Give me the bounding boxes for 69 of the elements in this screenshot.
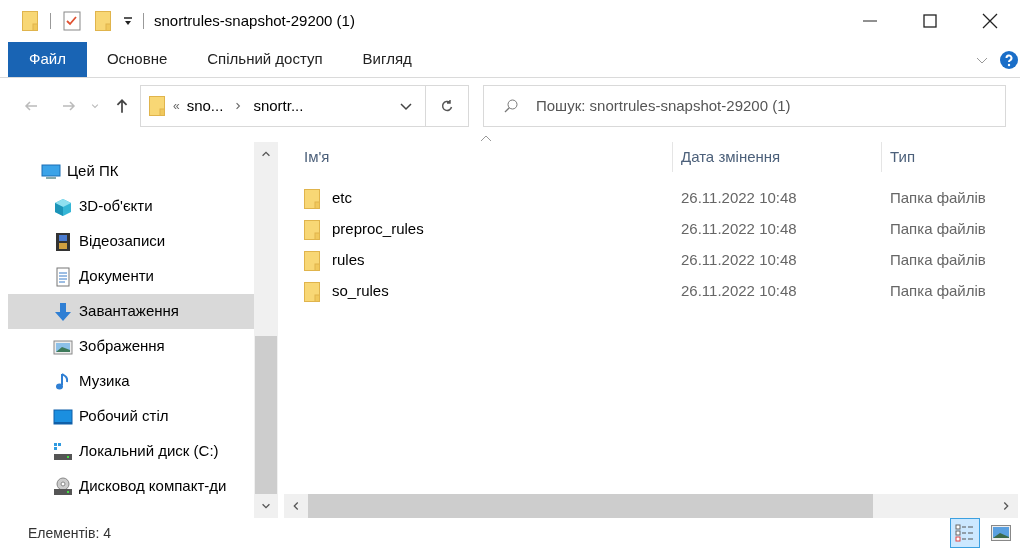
image-icon — [991, 525, 1011, 541]
new-folder-icon — [95, 11, 111, 31]
search-input[interactable]: Пошук: snortrules-snapshot-29200 (1) — [536, 94, 1005, 118]
help-icon[interactable] — [1000, 50, 1018, 69]
nav-item[interactable]: Локальний диск (C:) — [8, 434, 254, 469]
search-icon — [504, 99, 518, 113]
up-icon[interactable] — [114, 98, 130, 114]
ribbon-tab[interactable]: Основне — [86, 42, 188, 77]
cube-icon — [53, 196, 73, 217]
type-cell-text: Папка файлів — [889, 188, 987, 209]
type-cell-text: Папка файлів — [889, 250, 987, 271]
date-cell-text: 26.11.2022 10:48 — [680, 219, 798, 240]
ribbon-tab[interactable]: Вигляд — [342, 42, 432, 77]
file-name[interactable]: so_rules — [284, 280, 673, 303]
column-header[interactable]: Дата змінення — [673, 142, 882, 172]
details-view-button[interactable] — [950, 518, 980, 548]
film-icon — [53, 231, 73, 252]
maximize-icon — [923, 14, 937, 28]
nav-item[interactable]: Документи — [8, 259, 254, 294]
monitor-icon — [41, 161, 61, 182]
nav-item[interactable]: Відеозаписи — [8, 224, 254, 259]
file-name[interactable]: preproc_rules — [284, 218, 673, 241]
window-title: snortrules-snapshot-29200 (1) — [154, 10, 355, 31]
file-name[interactable]: etc — [284, 187, 673, 210]
search-field[interactable]: Пошук: snortrules-snapshot-29200 (1) — [483, 85, 1006, 127]
scroll-thumb[interactable] — [255, 336, 277, 494]
folder-icon — [304, 219, 320, 240]
close-icon — [982, 13, 998, 29]
address-bar[interactable]: « sno... snortr... — [140, 85, 469, 127]
nav-item[interactable]: Робочий стіл — [8, 399, 254, 434]
nav-item[interactable]: Музика — [8, 364, 254, 399]
minimize-icon — [863, 20, 877, 22]
ribbon-tab[interactable]: Файл — [8, 42, 87, 77]
details-icon — [955, 523, 975, 543]
nav-item[interactable]: 3D-об'єкти — [8, 189, 254, 224]
item-count: Елементів: 4 — [28, 523, 111, 543]
hard-drive-icon — [53, 441, 73, 462]
column-header[interactable]: Ім'я — [284, 142, 673, 172]
folder-icon — [304, 250, 320, 271]
date-cell-text: 26.11.2022 10:48 — [680, 188, 798, 209]
breadcrumb[interactable]: sno... — [186, 94, 224, 118]
file-name[interactable]: rules — [284, 249, 673, 272]
nav-item[interactable]: Дисковод компакт-ди — [8, 469, 254, 504]
sort-up-icon — [480, 134, 492, 142]
disc-drive-icon — [53, 476, 73, 497]
scrollbar[interactable] — [254, 142, 278, 518]
overflow-chevron[interactable]: « — [173, 97, 180, 115]
column-header[interactable]: Тип — [882, 142, 1018, 172]
refresh-icon[interactable] — [440, 99, 454, 113]
dropdown-icon[interactable] — [123, 16, 133, 26]
folder-icon — [22, 11, 38, 31]
down-arrow-icon — [53, 301, 73, 322]
folder-icon — [149, 96, 165, 116]
desktop-icon — [53, 406, 73, 427]
breadcrumb[interactable]: snortr... — [253, 94, 304, 118]
nav-item[interactable]: Цей ПК — [8, 154, 254, 189]
folder-icon — [304, 281, 320, 302]
date-cell-text: 26.11.2022 10:48 — [680, 281, 798, 302]
nav-item[interactable]: Завантаження — [8, 294, 254, 329]
folder-icon — [304, 188, 320, 209]
type-cell-text: Папка файлів — [889, 281, 987, 302]
type-cell-text: Папка файлів — [889, 219, 987, 240]
properties-icon[interactable] — [63, 11, 81, 31]
nav-item[interactable]: Зображення — [8, 329, 254, 364]
horizontal-scrollbar[interactable] — [284, 494, 1018, 518]
ribbon-tab[interactable]: Спільний доступ — [187, 42, 343, 77]
date-cell-text: 26.11.2022 10:48 — [680, 250, 798, 271]
scroll-thumb[interactable] — [308, 494, 873, 518]
document-icon — [53, 266, 73, 287]
